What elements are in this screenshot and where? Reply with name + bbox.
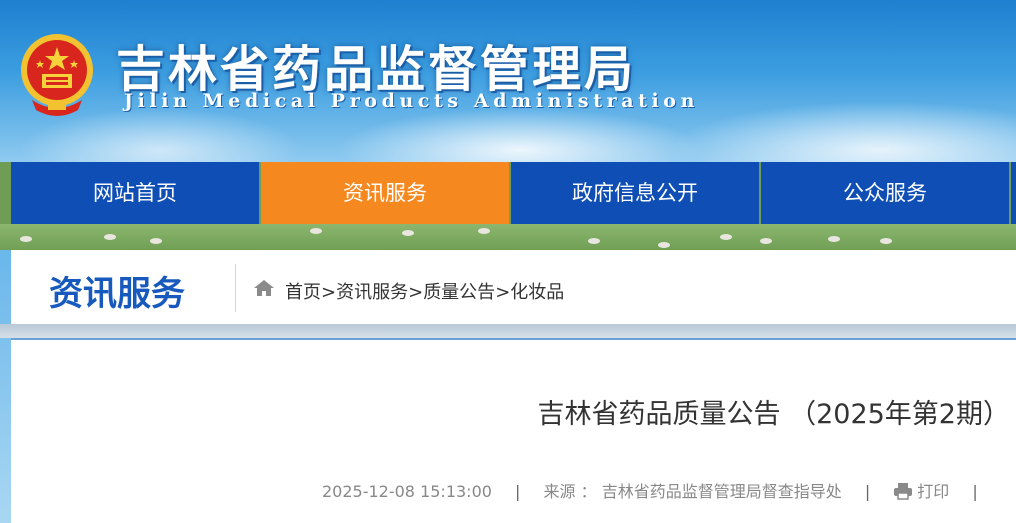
section-divider xyxy=(235,264,236,312)
site-header: 吉林省药品监督管理局 Jilin Medical Products Admini… xyxy=(0,0,1016,162)
breadcrumb-item-cosmetics[interactable]: 化妆品 xyxy=(510,282,564,303)
article-date: 2025-12-08 15:13:00 xyxy=(322,482,492,501)
section-header: 资讯服务 首页>资讯服务>质量公告>化妆品 xyxy=(11,250,1016,324)
sheep-decoration xyxy=(104,234,116,240)
meta-separator: | xyxy=(864,482,871,501)
nav-item-public-services[interactable]: 公众服务 xyxy=(761,162,1009,224)
article-meta: 2025-12-08 15:13:00 | 来源 ： 吉林省药品监督管理局督查指… xyxy=(322,478,996,502)
breadcrumb-item-quality-notice[interactable]: 质量公告 xyxy=(423,282,495,303)
breadcrumb-separator: > xyxy=(408,282,424,303)
sheep-decoration xyxy=(658,242,670,248)
nav-item-overflow[interactable] xyxy=(1011,162,1016,224)
section-title: 资讯服务 xyxy=(49,274,185,314)
meta-separator: | xyxy=(515,482,521,501)
print-button[interactable]: 打印 xyxy=(893,482,949,501)
home-icon[interactable] xyxy=(253,279,275,297)
sheep-decoration xyxy=(720,234,732,240)
sheep-decoration xyxy=(310,228,322,234)
breadcrumb-separator: > xyxy=(321,282,337,303)
nav-item-news-services[interactable]: 资讯服务 xyxy=(261,162,509,224)
scenic-band xyxy=(0,324,1016,338)
meta-separator: | xyxy=(972,482,978,501)
site-subtitle: Jilin Medical Products Administration xyxy=(124,90,699,112)
sheep-decoration xyxy=(402,230,414,236)
breadcrumb-separator: > xyxy=(495,282,511,303)
breadcrumb-item-home[interactable]: 首页 xyxy=(285,282,321,303)
breadcrumb-item-news-services[interactable]: 资讯服务 xyxy=(336,282,408,303)
nav-item-home[interactable]: 网站首页 xyxy=(11,162,259,224)
sheep-decoration xyxy=(760,238,772,244)
sheep-decoration xyxy=(588,238,600,244)
article-source-label: 来源 ： xyxy=(543,482,597,501)
article-title: 吉林省药品质量公告 （2025年第2期） xyxy=(537,399,1010,430)
article-panel: 吉林省药品质量公告 （2025年第2期） 2025-12-08 15:13:00… xyxy=(11,338,1016,523)
sheep-decoration xyxy=(828,236,840,242)
main-nav: 网站首页 资讯服务 政府信息公开 公众服务 xyxy=(0,162,1016,224)
article-source: 吉林省药品监督管理局督查指导处 xyxy=(601,482,842,501)
sheep-decoration xyxy=(478,228,490,234)
printer-icon xyxy=(894,483,913,500)
nav-item-gov-info[interactable]: 政府信息公开 xyxy=(511,162,759,224)
sheep-decoration xyxy=(880,238,892,244)
sheep-decoration xyxy=(150,238,162,244)
grassland-banner xyxy=(0,224,1016,250)
sheep-decoration xyxy=(20,236,32,242)
print-label: 打印 xyxy=(917,482,950,501)
national-emblem-icon xyxy=(21,34,93,116)
breadcrumb: 首页>资讯服务>质量公告>化妆品 xyxy=(285,278,564,304)
